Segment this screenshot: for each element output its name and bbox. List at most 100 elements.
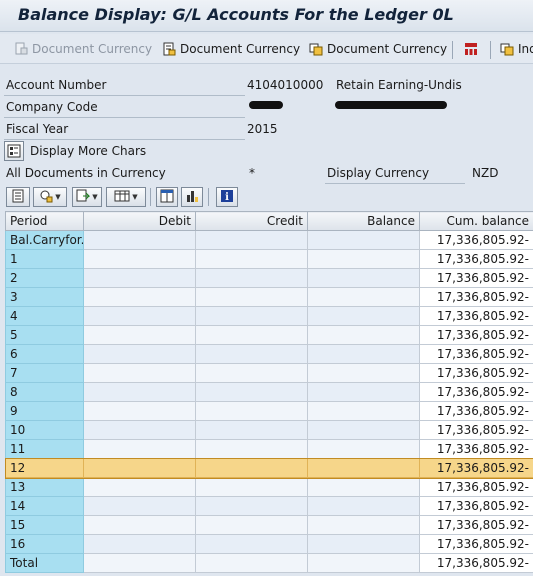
details-button[interactable]	[6, 187, 30, 207]
balance-cell[interactable]	[307, 306, 420, 326]
cum-balance-cell[interactable]: 17,336,805.92-	[419, 306, 533, 326]
table-row[interactable]: 14 17,336,805.92-	[5, 496, 533, 516]
cum-balance-cell[interactable]: 17,336,805.92-	[419, 363, 533, 383]
cum-balance-cell[interactable]: 17,336,805.92-	[419, 553, 533, 573]
table-row[interactable]: 1 17,336,805.92-	[5, 249, 533, 269]
balance-cell[interactable]	[307, 249, 420, 269]
column-header-debit[interactable]: Debit	[83, 211, 196, 231]
balance-cell[interactable]	[307, 401, 420, 421]
credit-cell[interactable]	[195, 477, 308, 497]
cum-balance-cell[interactable]: 17,336,805.92-	[419, 420, 533, 440]
cum-balance-cell[interactable]: 17,336,805.92-	[419, 477, 533, 497]
period-cell[interactable]: 10	[5, 420, 84, 440]
debit-cell[interactable]	[83, 477, 196, 497]
debit-cell[interactable]	[83, 420, 196, 440]
table-row[interactable]: 12 17,336,805.92-	[4, 457, 533, 479]
credit-cell[interactable]	[195, 268, 308, 288]
balance-cell[interactable]	[307, 553, 420, 573]
debit-cell[interactable]	[83, 553, 196, 573]
table-row[interactable]: 9 17,336,805.92-	[5, 401, 533, 421]
credit-cell[interactable]	[195, 515, 308, 535]
period-cell[interactable]: 11	[5, 439, 84, 459]
table-row[interactable]: 16 17,336,805.92-	[5, 534, 533, 554]
debit-cell[interactable]	[83, 268, 196, 288]
cum-balance-cell[interactable]: 17,336,805.92-	[419, 382, 533, 402]
period-cell[interactable]: 12	[5, 458, 84, 478]
period-cell[interactable]: Total	[5, 553, 84, 573]
table-row[interactable]: 2 17,336,805.92-	[5, 268, 533, 288]
period-cell[interactable]: 1	[5, 249, 84, 269]
balance-cell[interactable]	[307, 325, 420, 345]
credit-cell[interactable]	[195, 325, 308, 345]
debit-cell[interactable]	[83, 287, 196, 307]
debit-cell[interactable]	[83, 458, 196, 478]
debit-cell[interactable]	[83, 382, 196, 402]
credit-cell[interactable]	[195, 401, 308, 421]
period-cell[interactable]: 13	[5, 477, 84, 497]
column-header-period[interactable]: Period	[5, 211, 84, 231]
debit-cell[interactable]	[83, 515, 196, 535]
display-more-chars-button[interactable]: Display More Chars	[4, 140, 146, 162]
columns-button[interactable]	[156, 187, 178, 207]
table-row[interactable]: Bal.Carryfor... 17,336,805.92-	[5, 230, 533, 250]
period-cell[interactable]: 16	[5, 534, 84, 554]
credit-cell[interactable]	[195, 344, 308, 364]
credit-cell[interactable]	[195, 249, 308, 269]
table-row[interactable]: 8 17,336,805.92-	[5, 382, 533, 402]
table-row[interactable]: 15 17,336,805.92-	[5, 515, 533, 535]
table-row[interactable]: 13 17,336,805.92-	[5, 477, 533, 497]
credit-cell[interactable]	[195, 306, 308, 326]
period-cell[interactable]: 8	[5, 382, 84, 402]
balance-cell[interactable]	[307, 344, 420, 364]
debit-cell[interactable]	[83, 534, 196, 554]
period-cell[interactable]: 5	[5, 325, 84, 345]
credit-cell[interactable]	[195, 553, 308, 573]
balance-cell[interactable]	[307, 515, 420, 535]
credit-cell[interactable]	[195, 534, 308, 554]
information-button[interactable]: i	[216, 187, 238, 207]
balance-cell[interactable]	[307, 439, 420, 459]
cum-balance-cell[interactable]: 17,336,805.92-	[419, 458, 533, 478]
document-currency-button-2[interactable]: Document Currency	[309, 39, 447, 59]
debit-cell[interactable]	[83, 230, 196, 250]
balance-cell[interactable]	[307, 363, 420, 383]
layout-button[interactable]: ▼	[106, 187, 146, 207]
debit-cell[interactable]	[83, 344, 196, 364]
period-cell[interactable]: 7	[5, 363, 84, 383]
credit-cell[interactable]	[195, 230, 308, 250]
cum-balance-cell[interactable]: 17,336,805.92-	[419, 496, 533, 516]
balance-cell[interactable]	[307, 287, 420, 307]
table-row[interactable]: 4 17,336,805.92-	[5, 306, 533, 326]
credit-cell[interactable]	[195, 363, 308, 383]
debit-cell[interactable]	[83, 439, 196, 459]
debit-cell[interactable]	[83, 306, 196, 326]
column-header-cum-balance[interactable]: Cum. balance	[419, 211, 533, 231]
balance-cell[interactable]	[307, 420, 420, 440]
balance-cell[interactable]	[307, 382, 420, 402]
cum-balance-cell[interactable]: 17,336,805.92-	[419, 344, 533, 364]
cum-balance-cell[interactable]: 17,336,805.92-	[419, 230, 533, 250]
debit-cell[interactable]	[83, 496, 196, 516]
credit-cell[interactable]	[195, 382, 308, 402]
table-row[interactable]: Total 17,336,805.92-	[5, 553, 533, 573]
cum-balance-cell[interactable]: 17,336,805.92-	[419, 249, 533, 269]
balance-cell[interactable]	[307, 496, 420, 516]
debit-cell[interactable]	[83, 249, 196, 269]
credit-cell[interactable]	[195, 439, 308, 459]
period-cell[interactable]: Bal.Carryfor...	[5, 230, 84, 250]
balance-cell[interactable]	[307, 534, 420, 554]
table-row[interactable]: 10 17,336,805.92-	[5, 420, 533, 440]
debit-cell[interactable]	[83, 401, 196, 421]
individual-display-button[interactable]: Ind	[500, 39, 533, 59]
period-cell[interactable]: 2	[5, 268, 84, 288]
table-row[interactable]: 3 17,336,805.92-	[5, 287, 533, 307]
tree-icon-button[interactable]	[464, 39, 482, 59]
cum-balance-cell[interactable]: 17,336,805.92-	[419, 439, 533, 459]
column-header-balance[interactable]: Balance	[307, 211, 420, 231]
chart-button[interactable]	[181, 187, 203, 207]
cum-balance-cell[interactable]: 17,336,805.92-	[419, 287, 533, 307]
table-row[interactable]: 6 17,336,805.92-	[5, 344, 533, 364]
cum-balance-cell[interactable]: 17,336,805.92-	[419, 325, 533, 345]
document-currency-button-disabled[interactable]: Document Currency	[14, 39, 152, 59]
table-row[interactable]: 11 17,336,805.92-	[5, 439, 533, 459]
